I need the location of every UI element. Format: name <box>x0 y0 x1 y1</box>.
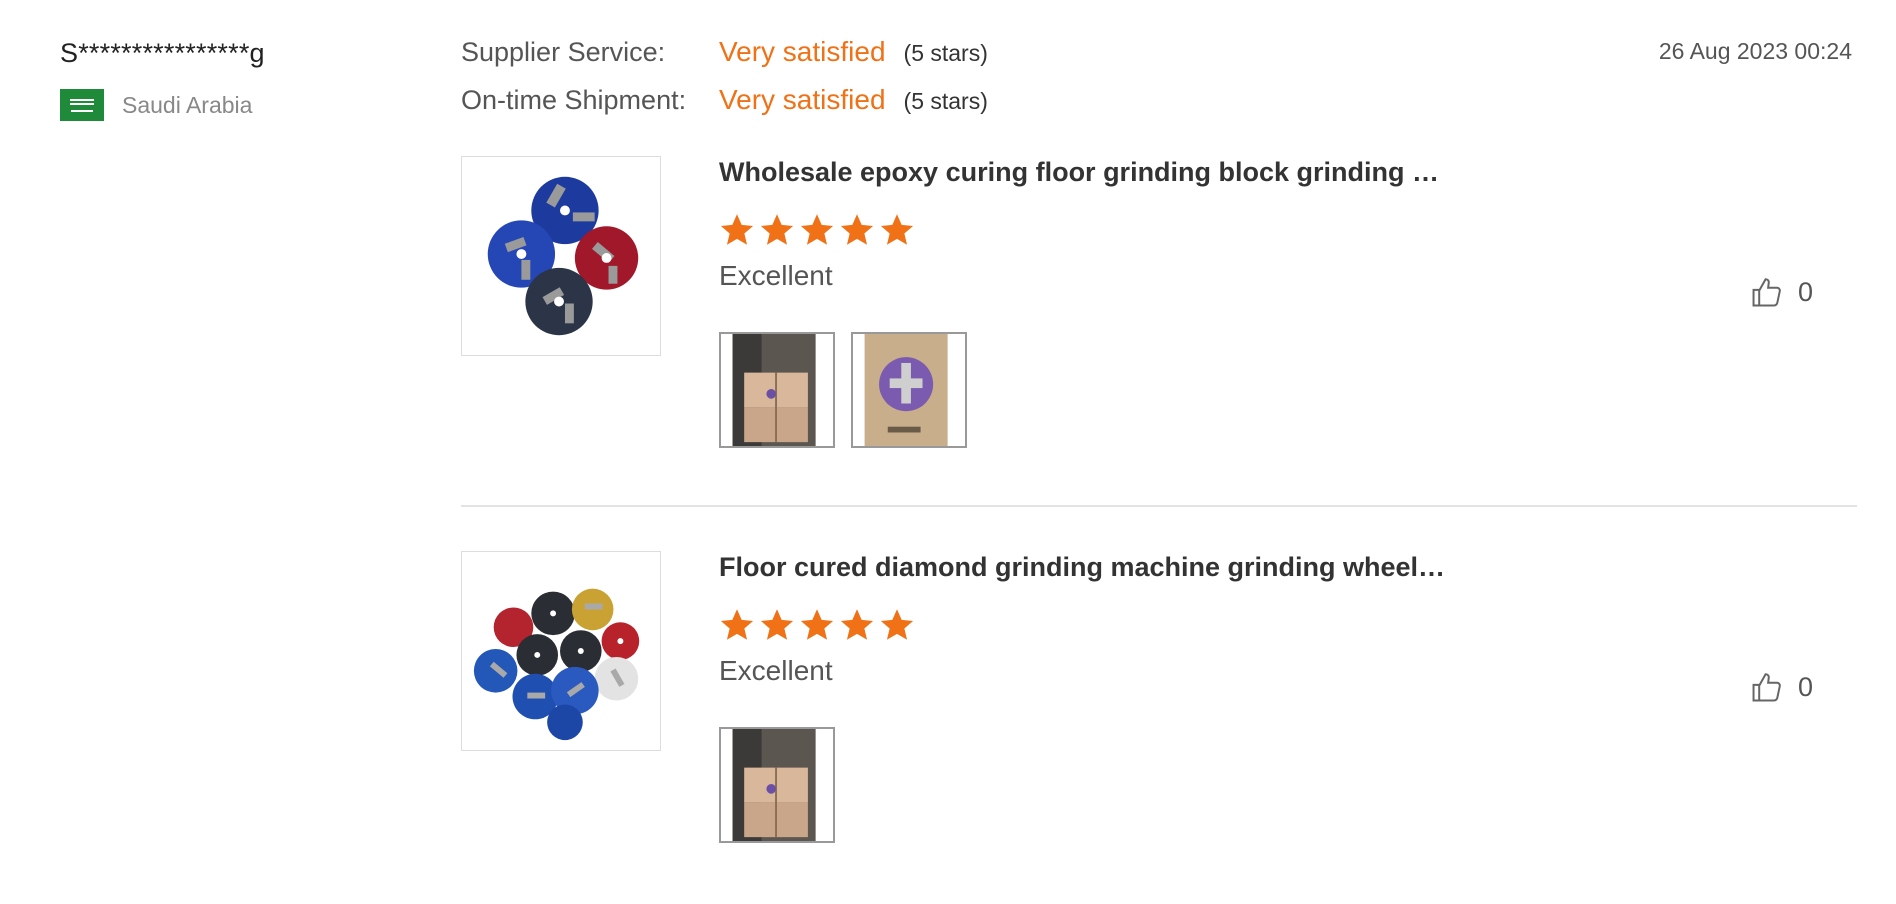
rating-stars-text: (5 stars) <box>903 40 988 66</box>
review-photos <box>719 332 1819 448</box>
review-text: Excellent <box>719 260 833 291</box>
star-icon <box>799 607 835 643</box>
grinding-wheels-image <box>462 552 660 750</box>
reviewer-country: Saudi Arabia <box>60 89 420 121</box>
star-icon <box>839 607 875 643</box>
country-name: Saudi Arabia <box>122 91 253 118</box>
rating-row-supplier-service: Supplier Service: Very satisfied (5 star… <box>461 36 988 84</box>
like-button[interactable]: 0 <box>1750 669 1813 705</box>
product-thumbnail[interactable] <box>461 156 661 356</box>
review-text: Excellent <box>719 655 833 686</box>
like-button[interactable]: 0 <box>1750 274 1813 310</box>
reviewer-name: S****************g <box>60 38 265 68</box>
rating-value: Very satisfied <box>719 84 886 115</box>
review-photo[interactable] <box>719 332 835 448</box>
grinding-pads-image <box>462 157 660 355</box>
rating-label: Supplier Service: <box>461 37 666 67</box>
supplier-ratings: Supplier Service: Very satisfied (5 star… <box>461 36 988 132</box>
star-icon <box>759 212 795 248</box>
star-rating <box>719 212 1819 248</box>
product-title[interactable]: Wholesale epoxy curing floor grinding bl… <box>719 156 1819 188</box>
review-photo[interactable] <box>719 727 835 843</box>
like-count: 0 <box>1797 276 1813 307</box>
rating-row-ontime-shipment: On-time Shipment: Very satisfied (5 star… <box>461 84 988 132</box>
rating-label: On-time Shipment: <box>461 85 687 115</box>
star-icon <box>799 212 835 248</box>
star-icon <box>879 607 915 643</box>
product-review-item: Wholesale epoxy curing floor grinding bl… <box>461 156 1857 476</box>
thumbs-up-icon <box>1752 278 1781 307</box>
rating-stars-text: (5 stars) <box>903 88 988 114</box>
product-thumbnail[interactable] <box>461 551 661 751</box>
star-icon <box>719 607 755 643</box>
star-icon <box>839 212 875 248</box>
review-date: 26 Aug 2023 00:24 <box>1658 38 1852 64</box>
star-icon <box>759 607 795 643</box>
review-photos <box>719 727 1819 843</box>
like-count: 0 <box>1797 671 1813 702</box>
reviewer-info: S****************g Saudi Arabia <box>60 38 420 121</box>
star-rating <box>719 607 1819 643</box>
product-title[interactable]: Floor cured diamond grinding machine gri… <box>719 551 1819 583</box>
product-review-body: Wholesale epoxy curing floor grinding bl… <box>719 156 1819 448</box>
review-divider <box>461 505 1857 507</box>
product-review-body: Floor cured diamond grinding machine gri… <box>719 551 1819 843</box>
thumbs-up-icon <box>1752 673 1781 702</box>
star-icon <box>719 212 755 248</box>
saudi-arabia-flag-icon <box>60 89 104 121</box>
rating-value: Very satisfied <box>719 36 886 67</box>
star-icon <box>879 212 915 248</box>
product-review-item: Floor cured diamond grinding machine gri… <box>461 551 1857 871</box>
review-photo[interactable] <box>851 332 967 448</box>
